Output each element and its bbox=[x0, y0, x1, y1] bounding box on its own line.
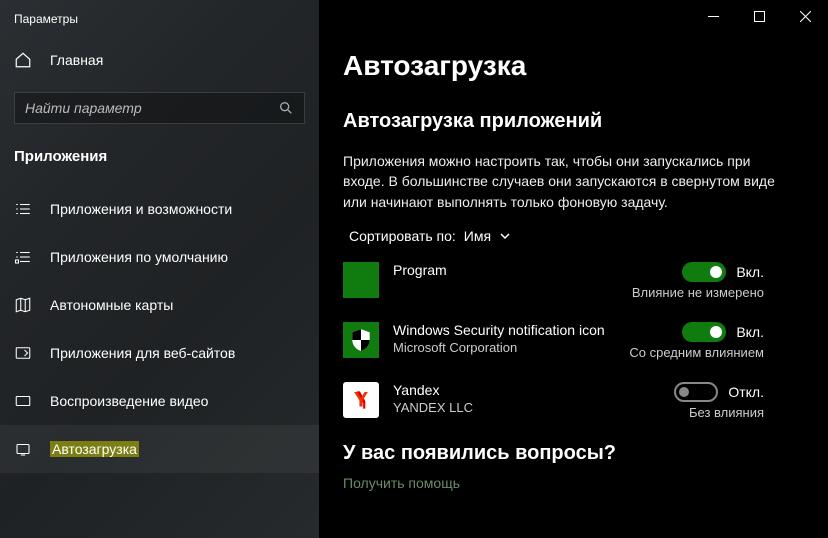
sidebar-item-label: Приложения по умолчанию bbox=[50, 249, 228, 265]
chevron-down-icon bbox=[499, 230, 511, 242]
sort-label: Сортировать по: bbox=[349, 228, 456, 244]
app-name: Windows Security notification icon bbox=[393, 322, 617, 338]
impact-label: Влияние не измерено bbox=[632, 285, 764, 300]
search-input[interactable] bbox=[25, 100, 265, 116]
toggle-state-label: Откл. bbox=[728, 384, 764, 400]
sidebar-item-label: Воспроизведение видео bbox=[50, 393, 208, 409]
startup-app-row: Program Вкл. Влияние не измерено bbox=[343, 262, 804, 300]
section-header: Приложения bbox=[0, 124, 319, 177]
home-label: Главная bbox=[50, 52, 103, 68]
page-title: Автозагрузка bbox=[343, 50, 804, 82]
startup-toggle[interactable] bbox=[674, 382, 718, 402]
get-help-link[interactable]: Получить помощь bbox=[343, 475, 804, 491]
app-publisher: YANDEX LLC bbox=[393, 400, 662, 415]
main-panel: Автозагрузка Автозагрузка приложений При… bbox=[319, 0, 828, 538]
checklist-icon bbox=[14, 248, 32, 266]
map-icon bbox=[14, 296, 32, 314]
sidebar-item-label: Автономные карты bbox=[50, 297, 173, 313]
section-description: Приложения можно настроить так, чтобы он… bbox=[343, 151, 783, 212]
app-name: Program bbox=[393, 262, 620, 278]
list-icon bbox=[14, 200, 32, 218]
svg-text:Y: Y bbox=[354, 387, 369, 412]
maximize-button[interactable] bbox=[736, 0, 782, 32]
sidebar-item-web-apps[interactable]: Приложения для веб-сайтов bbox=[0, 329, 319, 377]
app-icon-generic bbox=[343, 262, 379, 298]
startup-app-row: Y Yandex YANDEX LLC Откл. Без влияния bbox=[343, 382, 804, 420]
app-icon-yandex: Y bbox=[343, 382, 379, 418]
impact-label: Без влияния bbox=[689, 405, 764, 420]
sort-selector[interactable]: Сортировать по: Имя bbox=[343, 228, 804, 244]
startup-toggle[interactable] bbox=[682, 262, 726, 282]
search-box[interactable] bbox=[14, 92, 305, 124]
startup-app-row: Windows Security notification icon Micro… bbox=[343, 322, 804, 360]
home-icon bbox=[14, 51, 32, 69]
toggle-state-label: Вкл. bbox=[736, 324, 764, 340]
search-icon bbox=[278, 100, 294, 116]
sidebar-item-label: Приложения и возможности bbox=[50, 201, 232, 217]
sidebar-item-default-apps[interactable]: Приложения по умолчанию bbox=[0, 233, 319, 281]
app-icon-shield bbox=[343, 322, 379, 358]
app-name: Yandex bbox=[393, 382, 662, 398]
sort-value: Имя bbox=[464, 228, 491, 244]
sidebar-item-offline-maps[interactable]: Автономные карты bbox=[0, 281, 319, 329]
sidebar: Параметры Главная Приложения Приложения … bbox=[0, 0, 319, 538]
section-subtitle: Автозагрузка приложений bbox=[343, 110, 804, 133]
close-button[interactable] bbox=[782, 0, 828, 32]
sidebar-item-label: Автозагрузка bbox=[50, 441, 139, 457]
startup-toggle[interactable] bbox=[682, 322, 726, 342]
link-icon bbox=[14, 344, 32, 362]
impact-label: Со средним влиянием bbox=[629, 345, 764, 360]
nav-list: Приложения и возможности Приложения по у… bbox=[0, 185, 319, 473]
sidebar-item-label: Приложения для веб-сайтов bbox=[50, 345, 235, 361]
video-icon bbox=[14, 392, 32, 410]
startup-icon bbox=[14, 440, 32, 458]
app-publisher: Microsoft Corporation bbox=[393, 340, 617, 355]
window-title: Параметры bbox=[0, 0, 319, 38]
window-controls bbox=[690, 0, 828, 32]
sidebar-item-startup[interactable]: Автозагрузка bbox=[0, 425, 319, 473]
home-nav[interactable]: Главная bbox=[0, 38, 319, 82]
toggle-state-label: Вкл. bbox=[736, 264, 764, 280]
sidebar-item-apps-features[interactable]: Приложения и возможности bbox=[0, 185, 319, 233]
questions-header: У вас появились вопросы? bbox=[343, 442, 804, 465]
sidebar-item-video[interactable]: Воспроизведение видео bbox=[0, 377, 319, 425]
minimize-button[interactable] bbox=[690, 0, 736, 32]
